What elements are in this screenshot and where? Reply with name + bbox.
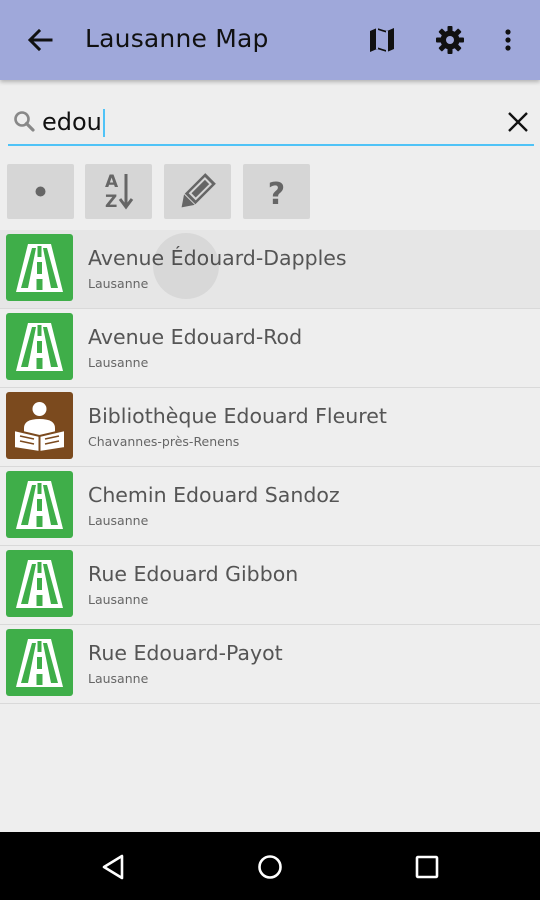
system-navbar (0, 832, 540, 900)
gear-icon[interactable] (432, 22, 468, 58)
list-item-title: Rue Edouard Gibbon (88, 562, 299, 586)
road-icon (6, 471, 73, 538)
library-icon (6, 392, 73, 459)
app-title: Lausanne Map (85, 24, 269, 53)
road-icon (6, 550, 73, 617)
list-item-subtitle: Lausanne (88, 355, 149, 370)
text-cursor (103, 109, 105, 137)
home-circle-icon[interactable] (252, 849, 288, 885)
search-icon (14, 111, 35, 132)
list-item-title: Bibliothèque Edouard Fleuret (88, 404, 387, 428)
pencil-icon (181, 173, 216, 208)
edit-button[interactable] (164, 164, 231, 219)
help-button[interactable]: ? (243, 164, 310, 219)
list-item[interactable]: Rue Edouard-Payot Lausanne (0, 625, 540, 704)
list-item[interactable]: Chemin Edouard Sandoz Lausanne (0, 467, 540, 546)
road-icon (6, 234, 73, 301)
list-item-title: Chemin Edouard Sandoz (88, 483, 340, 507)
svg-text:A: A (105, 172, 119, 192)
list-item-subtitle: Lausanne (88, 513, 149, 528)
touch-ripple (153, 233, 219, 299)
sort-button[interactable]: A Z (85, 164, 152, 219)
list-item[interactable]: Bibliothèque Edouard Fleuret Chavannes-pr… (0, 388, 540, 467)
sort-az-icon: A Z (105, 172, 134, 212)
map-icon[interactable] (364, 22, 400, 58)
dot-icon (35, 186, 46, 197)
list-item-subtitle: Lausanne (88, 276, 149, 291)
list-item-subtitle: Lausanne (88, 671, 149, 686)
list-item[interactable]: Avenue Édouard-Dapples Lausanne (0, 230, 540, 309)
road-icon (6, 313, 73, 380)
road-icon (6, 629, 73, 696)
svg-text:Z: Z (105, 192, 117, 212)
list-item-title: Rue Edouard-Payot (88, 641, 283, 665)
back-triangle-icon[interactable] (96, 849, 132, 885)
search-query-text: edou (42, 108, 102, 136)
arrow-back-icon[interactable] (22, 22, 58, 58)
more-vert-icon[interactable] (490, 22, 526, 58)
dot-button[interactable] (7, 164, 74, 219)
help-icon: ? (268, 177, 285, 212)
list-item[interactable]: Rue Edouard Gibbon Lausanne (0, 546, 540, 625)
close-icon[interactable] (504, 108, 532, 136)
list-item-subtitle: Lausanne (88, 592, 149, 607)
recents-square-icon[interactable] (409, 849, 445, 885)
list-item-subtitle: Chavannes-près-Renens (88, 434, 240, 449)
list-item-title: Avenue Edouard-Rod (88, 325, 303, 349)
app-bar: Lausanne Map (0, 0, 540, 80)
help-label: ? (268, 177, 285, 212)
search-input[interactable]: edou (8, 100, 534, 146)
list-item[interactable]: Avenue Edouard-Rod Lausanne (0, 309, 540, 388)
